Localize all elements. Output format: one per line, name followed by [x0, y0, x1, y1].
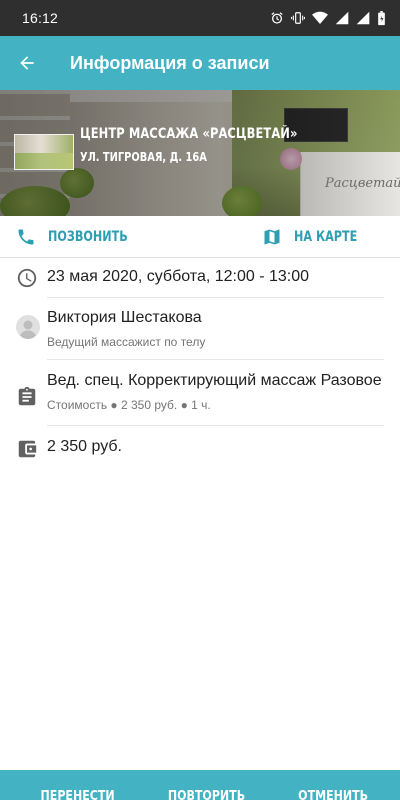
avatar — [16, 315, 40, 339]
arrow-back-icon — [20, 56, 34, 70]
master-row[interactable]: Виктория Шестакова Ведущий массажист по … — [0, 298, 400, 360]
appointment-details: 23 мая 2020, суббота, 12:00 - 13:00 Викт… — [0, 258, 400, 472]
map-label: На карте — [294, 228, 358, 245]
service-details: Стоимость ● 2 350 руб. ● 1 ч. — [47, 398, 211, 412]
venue-actions: Позвонить На карте — [0, 216, 400, 258]
repeat-label: Повторить — [167, 789, 246, 800]
app-bar: Информация о записи — [0, 36, 400, 90]
cancel-button[interactable]: Отменить — [298, 770, 368, 800]
venue-address: ул. Тигровая, д. 16А — [80, 150, 207, 164]
bottom-action-bar: Перенести Повторить Отменить — [0, 770, 400, 800]
service-name: Вед. спец. Корректирующий массаж Разовое — [47, 372, 382, 389]
vibrate-icon — [291, 12, 305, 24]
phone-icon — [18, 229, 34, 244]
repeat-button[interactable]: Повторить — [168, 770, 245, 800]
appointment-datetime-row: 23 мая 2020, суббота, 12:00 - 13:00 — [0, 258, 400, 298]
status-time: 16:12 — [22, 10, 59, 26]
reschedule-button[interactable]: Перенести — [41, 770, 115, 800]
signal-2-icon — [356, 11, 370, 25]
venue-thumbnail — [14, 134, 74, 170]
map-icon — [264, 229, 280, 244]
cancel-label: Отменить — [297, 789, 368, 800]
wallet-icon — [18, 440, 37, 458]
venue-sign: Расцветай — [325, 176, 400, 191]
master-name: Виктория Шестакова — [47, 309, 202, 326]
reschedule-label: Перенести — [40, 789, 115, 800]
price-row: 2 350 руб. — [0, 426, 400, 472]
status-icons — [270, 10, 386, 26]
signal-icon — [335, 11, 349, 25]
appointment-datetime: 23 мая 2020, суббота, 12:00 - 13:00 — [47, 268, 310, 285]
call-button[interactable]: Позвонить — [0, 216, 200, 257]
appointment-price: 2 350 руб. — [47, 438, 122, 455]
battery-icon — [378, 10, 385, 25]
page-title: Информация о записи — [70, 52, 270, 73]
service-row: Вед. спец. Корректирующий массаж Разовое… — [0, 360, 400, 426]
wifi-icon — [312, 11, 328, 24]
back-button[interactable] — [0, 36, 54, 90]
alarm-icon — [271, 12, 283, 24]
status-bar: 16:12 — [0, 0, 400, 36]
call-label: Позвонить — [48, 228, 128, 245]
map-button[interactable]: На карте — [200, 216, 400, 257]
master-title: Ведущий массажист по телу — [47, 335, 206, 349]
clock-icon — [17, 268, 37, 288]
venue-name: Центр массажа «Расцветай» — [80, 126, 298, 142]
clipboard-icon — [18, 386, 36, 406]
